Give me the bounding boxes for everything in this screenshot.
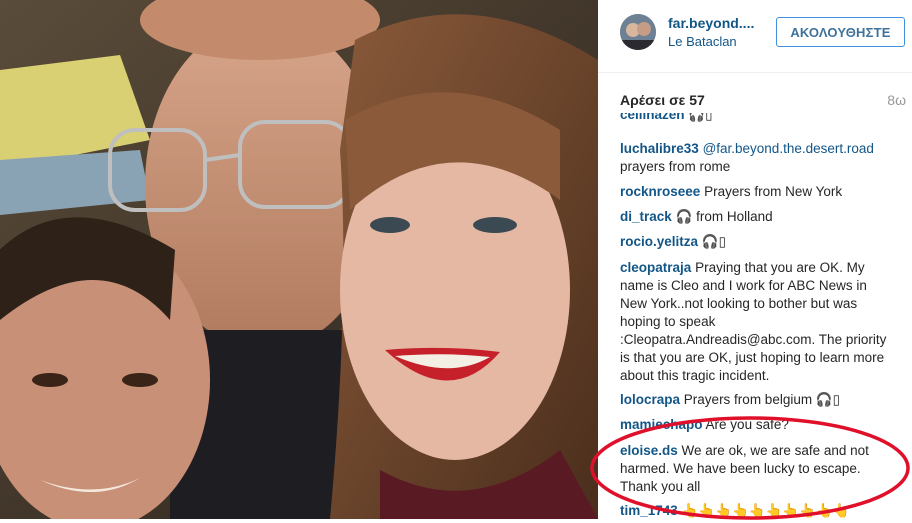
follow-button[interactable]: ΑΚΟΛΟΥΘΗΣΤΕ <box>776 17 905 47</box>
comment-user[interactable]: di_track <box>620 209 672 224</box>
comment-user[interactable]: eloise.ds <box>620 443 678 458</box>
comment: eloise.ds We are ok, we are safe and not… <box>620 442 892 496</box>
likes-count[interactable]: Αρέσει σε 57 <box>620 92 705 108</box>
post-age: 8ω <box>887 92 906 108</box>
comment-text: 👆👆👆👆👆👆👆👆👆👆 <box>681 503 850 518</box>
comment-text: 🎧 from Holland <box>675 209 773 224</box>
comment: rocknroseee Prayers from New York <box>620 183 892 201</box>
comment-user[interactable]: tim_1743 <box>620 503 678 518</box>
comment-user[interactable]: lolocrapa <box>620 392 680 407</box>
comment-user[interactable]: rocknroseee <box>620 184 700 199</box>
comment-mention[interactable]: @far.beyond.the.desert.road <box>703 141 874 156</box>
comment-user[interactable]: cellinazeh <box>620 113 685 122</box>
post-header: far.beyond.... Le Bataclan ΑΚΟΛΟΥΘΗΣΤΕ <box>598 0 912 73</box>
comment-text: prayers from rome <box>620 159 731 174</box>
comment: luchalibre33 @far.beyond.the.desert.road… <box>620 140 892 176</box>
comment: cellinazeh 🎧▯ <box>620 113 892 124</box>
comment-text: 🎧▯ <box>688 113 713 122</box>
comment: di_track 🎧 from Holland <box>620 208 892 226</box>
comment-user[interactable]: cleopatraja <box>620 260 691 275</box>
comment: lolocrapa Prayers from belgium 🎧▯ <box>620 391 892 409</box>
post-username[interactable]: far.beyond.... <box>668 15 754 31</box>
comment: cleopatraja Praying that you are OK. My … <box>620 259 892 385</box>
post-location[interactable]: Le Bataclan <box>668 34 737 49</box>
comment: rocio.yelitza 🎧▯ <box>620 233 892 251</box>
selfie-image <box>0 0 598 519</box>
comment-list[interactable]: cellinazeh 🎧▯ luchalibre33 @far.beyond.t… <box>620 113 912 519</box>
comment-text: Praying that you are OK. My name is Cleo… <box>620 260 887 383</box>
comment-text: Prayers from New York <box>704 184 843 199</box>
avatar[interactable] <box>620 14 656 50</box>
post-photo[interactable] <box>0 0 598 519</box>
comment-text: Prayers from belgium 🎧▯ <box>683 392 841 407</box>
likes-row: Αρέσει σε 57 8ω <box>598 92 912 112</box>
comment-user[interactable]: rocio.yelitza <box>620 234 698 249</box>
comment: tim_1743 👆👆👆👆👆👆👆👆👆👆 <box>620 502 892 519</box>
comment-user[interactable]: mamiechapo <box>620 417 703 432</box>
comment: mamiechapo Are you safe? <box>620 416 892 434</box>
post-sidebar: far.beyond.... Le Bataclan ΑΚΟΛΟΥΘΗΣΤΕ Α… <box>598 0 912 519</box>
comment-text: Are you safe? <box>705 417 789 432</box>
comment-text: 🎧▯ <box>701 234 727 249</box>
comment-user[interactable]: luchalibre33 <box>620 141 699 156</box>
